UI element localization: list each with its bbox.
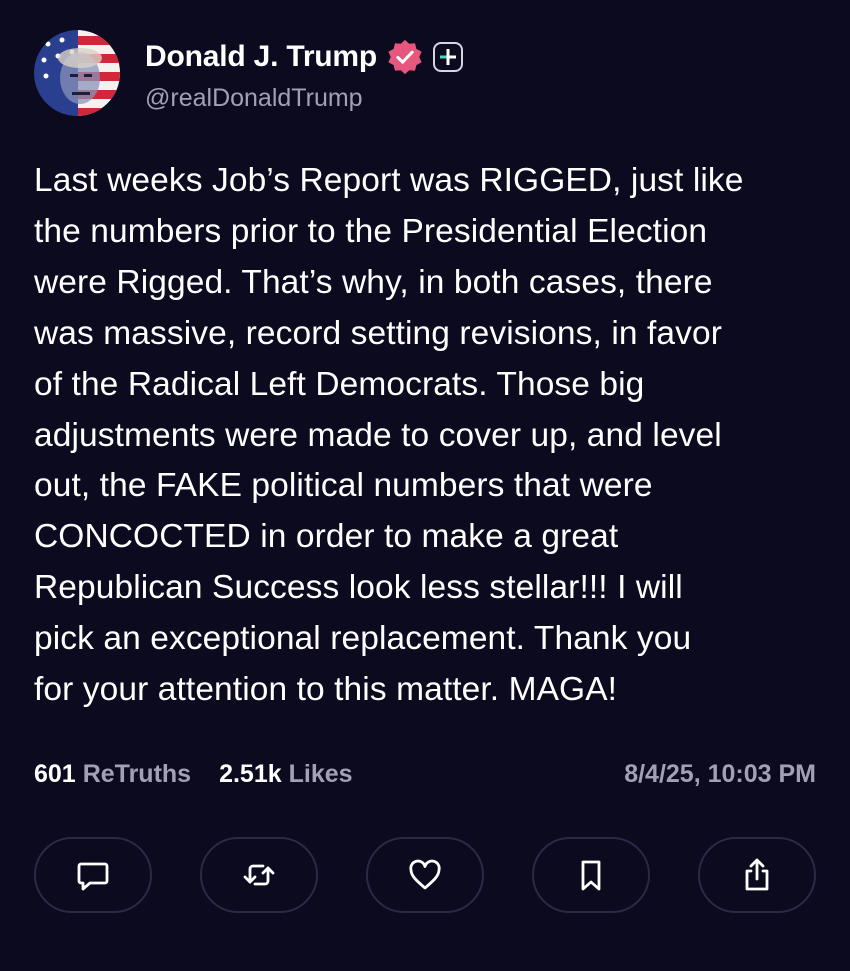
share-icon <box>745 858 769 891</box>
post-stats: 601 ReTruths 2.51k Likes 8/4/25, 10:03 P… <box>34 760 816 789</box>
post-timestamp: 8/4/25, 10:03 PM <box>624 760 816 788</box>
retruth-button[interactable] <box>200 837 318 913</box>
post-line: pick an exceptional replacement. Thank y… <box>34 620 692 658</box>
post-line: Republican Success look less stellar!!! … <box>34 569 683 607</box>
avatar[interactable] <box>34 30 120 116</box>
heart-icon <box>409 859 441 890</box>
bookmark-icon <box>581 860 601 891</box>
likes-count[interactable]: 2.51k <box>219 760 282 789</box>
name-row: Donald J. Trump <box>145 34 464 80</box>
likes-label[interactable]: Likes <box>289 760 353 789</box>
post-line: Last weeks Job’s Report was RIGGED, just… <box>34 162 744 199</box>
post-line: for your attention to this matter. MAGA! <box>34 671 618 709</box>
post-header: Donald J. Trump @realDonaldTrump <box>34 30 464 116</box>
action-bar <box>34 837 816 913</box>
retruth-icon <box>243 864 275 886</box>
share-button[interactable] <box>698 837 816 913</box>
bookmark-button[interactable] <box>532 837 650 913</box>
retruths-label[interactable]: ReTruths <box>83 760 191 789</box>
post-line: was massive, record setting revisions, i… <box>34 314 722 352</box>
display-name[interactable]: Donald J. Trump <box>145 40 377 74</box>
post-line: CONCOCTED in order to make a great <box>34 518 619 556</box>
post-line: of the Radical Left Democrats. Those big <box>34 365 645 403</box>
post-line: were Rigged. That’s why, in both cases, … <box>34 263 713 301</box>
follow-button[interactable] <box>433 41 464 72</box>
truth-post: Donald J. Trump @realDonaldTrump Last we… <box>0 0 850 971</box>
avatar-flag-portrait <box>34 30 120 116</box>
verified-badge-icon <box>388 39 422 74</box>
post-line: out, the FAKE political numbers that wer… <box>34 467 653 505</box>
user-handle[interactable]: @realDonaldTrump <box>145 84 463 113</box>
plus-icon <box>440 48 457 65</box>
reply-icon <box>77 862 109 891</box>
post-body: Last weeks Job’s Report was RIGGED, just… <box>34 156 824 716</box>
post-line: the numbers prior to the Presidential El… <box>34 212 708 250</box>
retruths-count[interactable]: 601 <box>34 760 76 789</box>
like-button[interactable] <box>366 837 484 913</box>
post-line: adjustments were made to cover up, and l… <box>34 416 722 454</box>
author-info: Donald J. Trump @realDonaldTrump <box>145 34 464 113</box>
reply-button[interactable] <box>34 837 152 913</box>
